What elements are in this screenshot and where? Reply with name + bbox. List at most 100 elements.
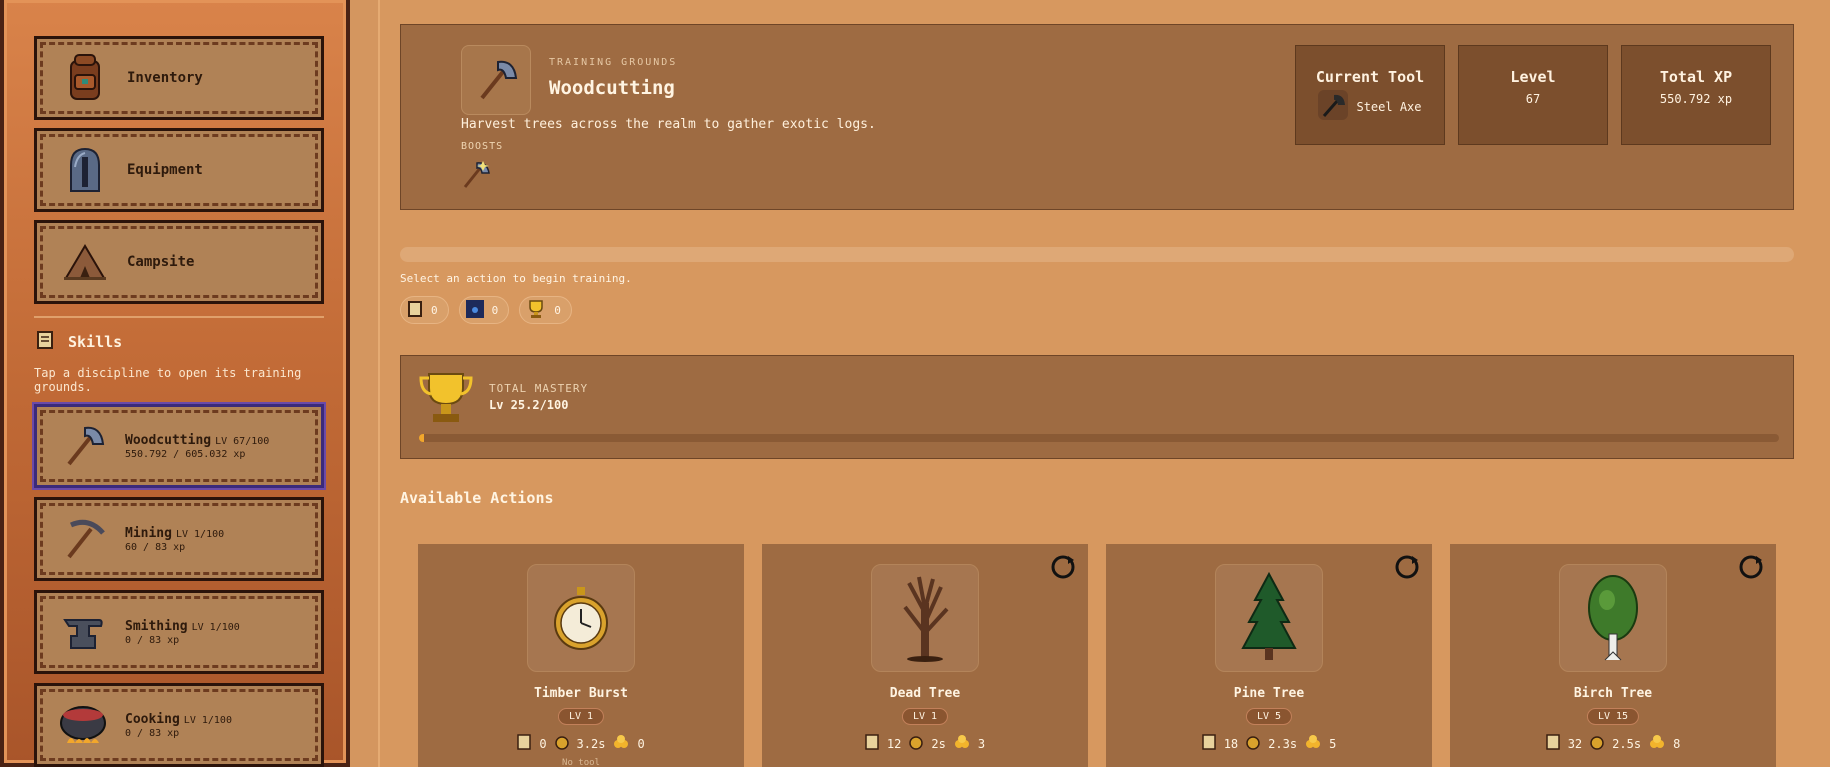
mastery-progress-bar [419,434,1779,442]
axe-boost-icon [461,159,491,189]
mastery-label: TOTAL MASTERY [489,382,589,395]
action-footer: No tool [562,758,600,767]
skills-header: Skills [36,330,122,354]
skills-subtitle: Tap a discipline to open its training gr… [34,366,302,394]
helmet-icon [57,142,113,198]
action-time: 2s [931,736,946,751]
action-card-timber-burst[interactable]: Timber Burst LV 1 0 3.2s 0 No tool [418,544,744,767]
action-xp: 12 [886,736,902,751]
boosts-label: BOOSTS [461,141,504,152]
nav-inventory-button[interactable]: Inventory [34,36,324,120]
pickaxe-icon [55,511,111,567]
pill-value: 0 [554,303,561,317]
action-card-dead-tree[interactable]: Dead Tree LV 1 12 2s 3 [762,544,1088,767]
level-label: Level [1510,68,1556,86]
current-tool-label: Current Tool [1315,68,1425,86]
nav-campsite-label: Campsite [127,254,195,270]
skill-header-panel: TRAINING GROUNDS Woodcutting Harvest tre… [400,24,1794,210]
repeat-icon[interactable] [1738,554,1764,584]
skill-level: LV 1/100 [175,528,225,540]
skill-name: Cooking [125,711,180,727]
action-meta: 32 2.5s 8 [1450,734,1776,753]
scroll-icon [517,734,532,753]
xp-pill: 0 [400,296,449,324]
action-level-badge: LV 15 [1586,708,1640,725]
skill-mining-button[interactable]: Mining LV 1/100 60 / 83 xp [34,497,324,581]
skill-cooking-button[interactable]: Cooking LV 1/100 0 / 83 xp [34,683,324,767]
action-meta: 12 2s 3 [762,734,1088,753]
scroll-icon [36,330,54,354]
page-title: Woodcutting [549,77,675,99]
header-eyebrow: TRAINING GROUNDS [549,57,678,68]
action-meta: 0 3.2s 0 [418,734,744,753]
main-content: TRAINING GROUNDS Woodcutting Harvest tre… [378,0,1830,767]
current-tool-value: Steel Axe [1356,100,1422,114]
skill-xp: 0 / 83 xp [125,634,180,646]
repeat-icon[interactable] [1050,554,1076,584]
birch-tree-icon [1559,564,1667,672]
coins-icon [613,735,629,752]
action-level-badge: LV 5 [1245,708,1293,725]
pine-tree-icon [1215,564,1323,672]
sidebar-divider [34,316,324,318]
action-time: 3.2s [576,736,606,751]
nav-equipment-button[interactable]: Equipment [34,128,324,212]
action-time: 2.3s [1268,736,1298,751]
dead-tree-icon [871,564,979,672]
nav-campsite-button[interactable]: Campsite [34,220,324,304]
coins-icon [1305,735,1321,752]
skills-title: Skills [68,333,123,351]
total-xp-value: 550.792 xp [1659,92,1733,106]
pill-value: 0 [431,303,438,317]
level-value: 67 [1525,92,1541,106]
action-level-badge: LV 1 [901,708,949,725]
backpack-icon [57,50,113,106]
action-name: Pine Tree [1233,686,1305,701]
action-coins: 0 [637,736,645,751]
action-card-pine-tree[interactable]: Pine Tree LV 5 18 2.3s 5 [1106,544,1432,767]
action-card-birch-tree[interactable]: Birch Tree LV 15 32 2.5s 8 [1450,544,1776,767]
coins-icon [1649,735,1665,752]
mastery-progress-fill [419,434,425,442]
action-coins: 8 [1673,736,1681,751]
action-time: 2.5s [1612,736,1642,751]
axe-icon [461,45,531,115]
skill-name: Smithing [125,618,188,634]
stopwatch-icon [909,734,924,753]
action-name: Birch Tree [1573,686,1653,701]
skill-level: LV 1/100 [183,714,232,726]
axe-icon [55,418,111,474]
action-level-badge: LV 1 [557,708,605,725]
total-xp-label: Total XP [1659,68,1733,86]
action-progress-bar [400,247,1794,262]
scroll-icon [407,300,423,321]
skill-xp: 550.792 / 605.032 xp [125,448,246,460]
scroll-icon [865,734,879,753]
mastery-value: Lv 25.2/100 [489,398,569,412]
campsite-icon [57,234,113,290]
action-xp: 18 [1223,736,1239,751]
skill-xp: 0 / 83 xp [125,727,180,739]
sidebar: Inventory Equipment Campsite Skills Tap … [0,0,350,767]
action-name: Dead Tree [889,686,961,701]
action-xp: 32 [1567,736,1583,751]
skill-woodcutting-button[interactable]: Woodcutting LV 67/100 550.792 / 605.032 x… [34,404,324,488]
skill-description: Harvest trees across the realm to gather… [461,117,876,132]
stopwatch-icon [1246,734,1260,753]
gem-pill: 0 [458,296,510,324]
skill-level: LV 67/100 [215,435,270,447]
skill-name: Woodcutting [125,432,212,448]
action-coins: 5 [1329,736,1337,751]
action-name: Timber Burst [534,686,628,701]
anvil-icon [55,604,111,660]
cauldron-icon [55,697,111,753]
trophy-pill: 0 [519,296,572,324]
mastery-panel: TOTAL MASTERY Lv 25.2/100 [400,355,1794,459]
repeat-icon[interactable] [1394,554,1420,584]
nav-equipment-label: Equipment [127,162,203,178]
stopwatch-icon [554,734,569,753]
steel-axe-icon [1318,90,1349,124]
nav-inventory-label: Inventory [127,70,203,86]
skill-smithing-button[interactable]: Smithing LV 1/100 0 / 83 xp [34,590,324,674]
total-xp-box: Total XP 550.792 xp [1621,45,1771,145]
